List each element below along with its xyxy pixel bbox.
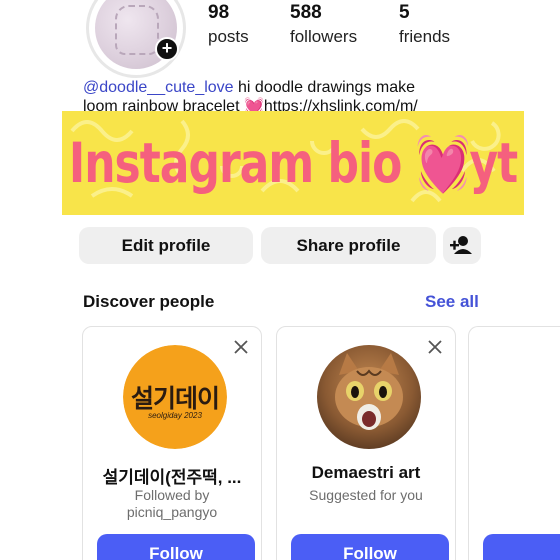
banner-title: Instagram bio 💓yt: [62, 131, 524, 196]
suggestion-card[interactable]: 설기데이 seolgiday 2023 설기데이(전주떡, ... Follow…: [82, 326, 262, 560]
title-banner: Instagram bio 💓yt: [62, 111, 524, 215]
friends-count: 5: [399, 2, 410, 23]
card-subtitle-line1: Suggested for you: [309, 487, 423, 503]
close-icon[interactable]: [233, 339, 249, 355]
edit-profile-button[interactable]: Edit profile: [79, 227, 253, 264]
follow-button[interactable]: Follow: [97, 534, 255, 560]
followers-label: followers: [290, 27, 358, 46]
logo-subtext: seolgiday 2023: [148, 411, 202, 420]
close-icon[interactable]: [427, 339, 443, 355]
banner-title-text: Instagram bio: [68, 131, 416, 196]
posts-label: posts: [208, 27, 249, 46]
stat-posts[interactable]: 98 posts: [208, 2, 249, 47]
follow-button[interactable]: Follow: [291, 534, 449, 560]
banner-suffix: yt: [469, 131, 518, 196]
add-person-icon: [450, 236, 472, 254]
card-subtitle: Followed by picniq_pangyo: [83, 487, 261, 521]
bio-line-1: @doodle__cute_love hi doodle drawings ma…: [83, 78, 523, 97]
card-subtitle-line1: Followed by: [134, 487, 210, 503]
stat-followers[interactable]: 588 followers: [290, 2, 357, 47]
seolgiday-logo: 설기데이 seolgiday 2023: [123, 345, 227, 449]
card-subtitle: Suggested for you: [277, 487, 455, 504]
card-avatar[interactable]: 설기데이 seolgiday 2023: [123, 345, 227, 449]
card-avatar[interactable]: [317, 345, 421, 449]
stat-friends[interactable]: 5 friends: [399, 2, 450, 47]
logo-text: 설기데이: [130, 384, 220, 413]
card-name[interactable]: Demaestri art: [277, 463, 455, 483]
bio-text: hi doodle drawings make: [233, 79, 416, 96]
card-name[interactable]: 설기데이(전주떡, ...: [83, 463, 261, 488]
suggestion-card-partial[interactable]: [468, 326, 560, 560]
posts-count: 98: [208, 2, 230, 23]
follow-button-partial[interactable]: [483, 534, 560, 560]
suggestion-card[interactable]: Demaestri art Suggested for you Follow: [276, 326, 456, 560]
card-subtitle-line2: picniq_pangyo: [126, 504, 218, 520]
discover-people-title: Discover people: [83, 292, 215, 311]
followers-count: 588: [290, 2, 322, 23]
see-all-link[interactable]: See all: [425, 292, 479, 312]
add-story-plus-icon[interactable]: +: [155, 37, 179, 61]
share-profile-button[interactable]: Share profile: [261, 227, 436, 264]
cat-photo: [317, 345, 421, 449]
heart-icon: 💓: [415, 131, 471, 196]
friends-label: friends: [399, 27, 451, 46]
add-person-button[interactable]: [443, 227, 481, 264]
bio-handle-link[interactable]: @doodle__cute_love: [83, 79, 234, 96]
